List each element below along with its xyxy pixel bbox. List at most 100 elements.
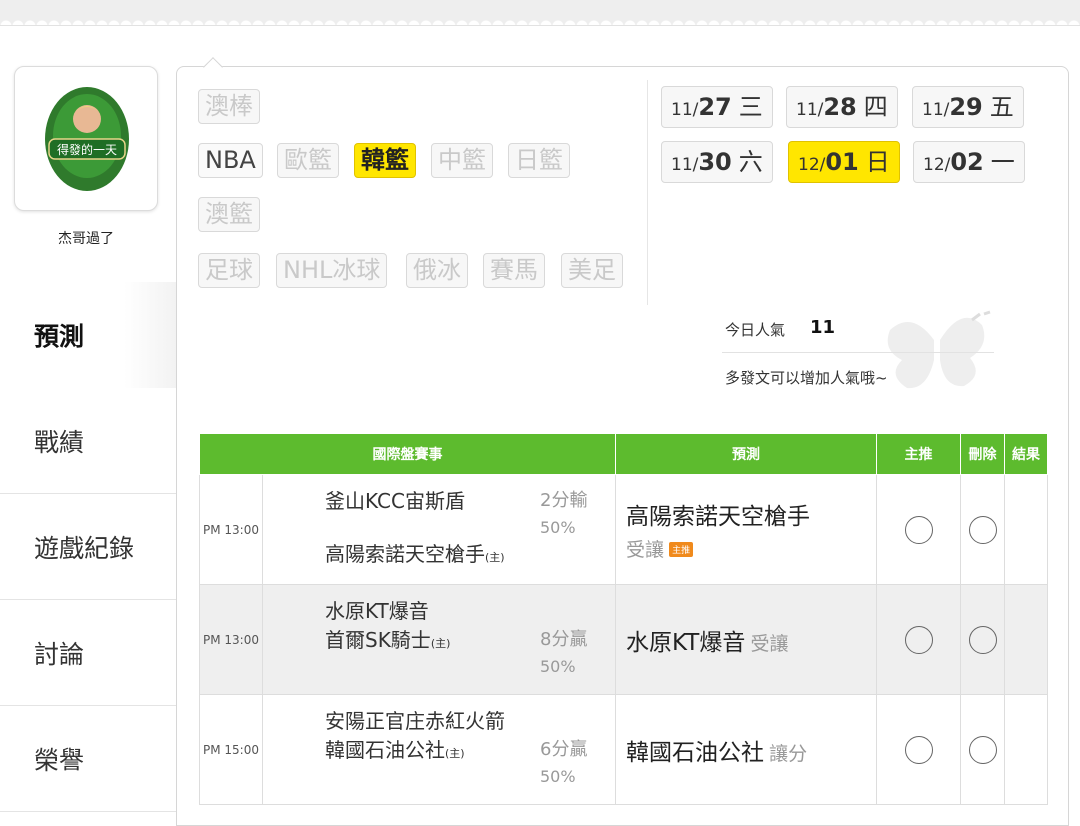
featured-cell [876, 474, 961, 585]
featured-radio[interactable] [904, 735, 933, 764]
home-team: 韓國石油公社 [325, 738, 445, 762]
prediction-type: 受讓 [626, 539, 665, 561]
home-mark: (主) [485, 551, 505, 564]
featured-badge: 主推 [669, 542, 694, 557]
date-day: 29 [949, 93, 983, 121]
avatar: 得發的一天 [45, 87, 129, 191]
date-button-1202[interactable]: 12/02 一 [913, 141, 1025, 183]
date-day: 02 [950, 148, 984, 176]
prediction-type: 讓分 [769, 742, 808, 765]
spread: 8分贏 [540, 629, 588, 650]
predicted-team: 水原KT爆音 [626, 629, 746, 656]
date-day: 01 [825, 148, 859, 176]
header-result: 結果 [1004, 433, 1048, 475]
nav-item-game-history[interactable]: 遊戲紀錄 [0, 494, 177, 600]
date-month: 11/ [796, 100, 824, 120]
date-weekday: 六 [738, 148, 763, 176]
featured-radio[interactable] [904, 515, 933, 544]
sport-tag-nba[interactable]: NBA [198, 143, 263, 178]
spread: 2分輸 [540, 490, 588, 511]
nav-item-discussion[interactable]: 討論 [0, 600, 177, 706]
sport-tag-nhl[interactable]: NHL冰球 [276, 253, 388, 288]
popularity-tip: 多發文可以增加人氣哦~ [725, 369, 888, 387]
match-cell: 安陽正官庄赤紅火箭 韓國石油公社(主) 6分贏 50% [262, 694, 616, 805]
top-decorative-strip [0, 0, 1080, 26]
nav-item-label: 榮譽 [34, 745, 85, 775]
username: 杰哥過了 [58, 231, 114, 247]
featured-radio[interactable] [904, 625, 933, 654]
sport-tag-horse-racing[interactable]: 賽馬 [483, 253, 545, 288]
prediction-cell: 韓國石油公社 讓分 [615, 694, 877, 805]
date-weekday: 三 [738, 93, 763, 121]
date-weekday: 日 [865, 148, 890, 176]
delete-radio[interactable] [968, 515, 997, 544]
sport-tag-aus-basketball[interactable]: 澳籃 [198, 197, 260, 232]
header-match: 國際盤賽事 [199, 433, 616, 475]
date-day: 30 [698, 148, 732, 176]
nav-item-label: 遊戲紀錄 [34, 533, 135, 563]
result-cell [1004, 474, 1048, 585]
result-cell [1004, 584, 1048, 695]
popularity-value: 11 [810, 317, 836, 338]
date-month: 11/ [922, 100, 950, 120]
away-team: 水原KT爆音 [325, 599, 429, 623]
delete-cell [960, 474, 1005, 585]
delete-cell [960, 584, 1005, 695]
featured-cell [876, 694, 961, 805]
date-month: 11/ [671, 155, 699, 175]
home-mark: (主) [430, 637, 451, 650]
date-day: 27 [698, 93, 732, 121]
date-button-1201[interactable]: 12/01 日 [788, 141, 900, 183]
table-row: PM 13:00 水原KT爆音 首爾SK騎士(主) 8分贏 50% 水原KT爆音… [199, 584, 1048, 695]
header-delete: 刪除 [960, 433, 1005, 475]
prediction-cell: 水原KT爆音 受讓 [615, 584, 877, 695]
date-month: 12/ [798, 155, 826, 175]
side-nav: 預測 戰績 遊戲紀錄 討論 榮譽 [0, 282, 177, 812]
sport-tag-euro-basketball[interactable]: 歐籃 [277, 143, 339, 178]
nav-item-label: 討論 [34, 639, 85, 669]
match-time: PM 13:00 [199, 474, 263, 585]
home-mark: (主) [445, 747, 465, 760]
date-month: 12/ [923, 155, 951, 175]
sport-tag-korea-basketball[interactable]: 韓籃 [354, 143, 416, 178]
match-time: PM 13:00 [199, 584, 263, 695]
prediction-type: 受讓 [750, 632, 789, 655]
delete-radio[interactable] [968, 625, 997, 654]
sport-tag-china-basketball[interactable]: 中籃 [431, 143, 493, 178]
featured-cell [876, 584, 961, 695]
spread-percent: 50% [540, 657, 576, 676]
popularity-label: 今日人氣 [725, 321, 786, 339]
date-day: 28 [823, 93, 857, 121]
date-weekday: 四 [863, 93, 888, 121]
date-button-1129[interactable]: 11/29 五 [912, 86, 1024, 128]
avatar-caption: 得發的一天 [57, 142, 117, 157]
home-team: 首爾SK騎士 [325, 628, 431, 652]
delete-cell [960, 694, 1005, 805]
date-button-1128[interactable]: 11/28 四 [786, 86, 898, 128]
header-predict: 預測 [615, 433, 877, 475]
table-row: PM 15:00 安陽正官庄赤紅火箭 韓國石油公社(主) 6分贏 50% 韓國石… [199, 694, 1048, 805]
delete-radio[interactable] [968, 735, 997, 764]
spread-percent: 50% [540, 518, 576, 537]
match-cell: 釜山KCC宙斯盾 高陽索諾天空槍手(主) 2分輸 50% [262, 474, 616, 585]
butterfly-icon [887, 310, 991, 389]
popularity-divider [722, 352, 994, 353]
date-button-1130[interactable]: 11/30 六 [661, 141, 773, 183]
nav-item-record[interactable]: 戰績 [0, 388, 177, 494]
date-month: 11/ [671, 100, 699, 120]
nav-item-honor[interactable]: 榮譽 [0, 706, 177, 812]
nav-item-label: 戰績 [34, 427, 85, 457]
sport-tag-japan-basketball[interactable]: 日籃 [508, 143, 570, 178]
sport-tag-russia-hockey[interactable]: 俄冰 [406, 253, 468, 288]
sport-tag-aus-baseball[interactable]: 澳棒 [198, 89, 260, 124]
date-button-1127[interactable]: 11/27 三 [661, 86, 773, 128]
sport-tag-soccer[interactable]: 足球 [198, 253, 260, 288]
nav-item-predict[interactable]: 預測 [0, 282, 177, 388]
date-weekday: 五 [989, 93, 1014, 121]
sport-tag-american-football[interactable]: 美足 [561, 253, 623, 288]
divider [647, 80, 648, 305]
predicted-team: 高陽索諾天空槍手 [626, 504, 810, 530]
spread-percent: 50% [540, 767, 576, 786]
avatar-card[interactable]: 得發的一天 [14, 66, 158, 211]
table-row: PM 13:00 釜山KCC宙斯盾 高陽索諾天空槍手(主) 2分輸 50% 高陽… [199, 474, 1048, 585]
